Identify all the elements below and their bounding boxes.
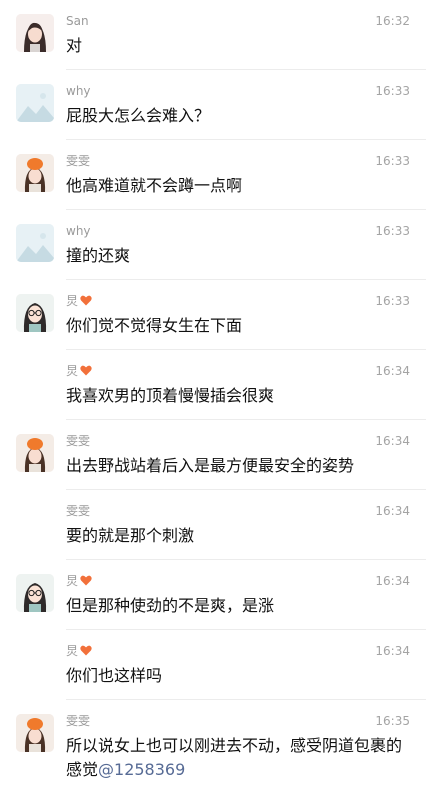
message-time: 16:33: [375, 224, 410, 238]
message-row: 炅 16:34 但是那种使劲的不是爽，是涨: [0, 560, 426, 630]
image-placeholder-icon: [16, 224, 54, 262]
avatar[interactable]: [16, 224, 54, 262]
avatar-girl-hat-icon: [16, 714, 54, 752]
avatar[interactable]: [16, 434, 54, 472]
message-row: 雯雯 16:35 所以说女上也可以刚进去不动，感受阴道包裹的感觉@1258369: [0, 700, 426, 800]
sender-name: 炅: [66, 294, 92, 308]
message-time: 16:34: [375, 504, 410, 518]
message-time: 16:34: [375, 364, 410, 378]
message-time: 16:34: [375, 574, 410, 588]
avatar-girl-hat-icon: [16, 434, 54, 472]
avatar[interactable]: [16, 84, 54, 122]
message-text: 他高难道就不会蹲一点啊: [66, 176, 243, 195]
mention-link[interactable]: @1258369: [98, 760, 185, 779]
sender-name: 炅: [66, 644, 92, 658]
avatar-glasses-girl-icon: [16, 294, 54, 332]
message-row: why 16:33 屁股大怎么会难入？: [0, 70, 426, 140]
message-text: 你们觉不觉得女生在下面: [66, 316, 243, 335]
message-text: 对: [66, 36, 83, 55]
message-row: 雯雯 16:34 出去野战站着后入是最方便最安全的姿势: [0, 420, 426, 490]
message-row: 雯雯 16:33 他高难道就不会蹲一点啊: [0, 140, 426, 210]
message-text: 所以说女上也可以刚进去不动，感受阴道包裹的感觉@1258369: [66, 734, 410, 782]
message-row: 雯雯 16:34 要的就是那个刺激: [0, 490, 426, 560]
sender-name: 炅: [66, 364, 92, 378]
sender-name-text: 炅: [66, 294, 79, 308]
avatar-girl-hat-icon: [16, 154, 54, 192]
message-text: 要的就是那个刺激: [66, 526, 195, 545]
message-row: 炅 16:34 你们也这样吗: [0, 630, 426, 700]
peach-heart-icon: [80, 645, 92, 656]
sender-name: San: [66, 14, 89, 28]
peach-heart-icon: [80, 295, 92, 306]
message-row: 炅 16:34 我喜欢男的顶着慢慢插会很爽: [0, 350, 426, 420]
avatar[interactable]: [16, 714, 54, 752]
message-text: 我喜欢男的顶着慢慢插会很爽: [66, 386, 275, 405]
sender-name-text: 炅: [66, 644, 79, 658]
message-time: 16:33: [375, 294, 410, 308]
avatar[interactable]: [16, 154, 54, 192]
message-row: why 16:33 撞的还爽: [0, 210, 426, 280]
message-text: 撞的还爽: [66, 246, 131, 265]
sender-name: 雯雯: [66, 714, 91, 728]
message-time: 16:35: [375, 714, 410, 728]
message-time: 16:33: [375, 84, 410, 98]
sender-name: why: [66, 224, 91, 238]
message-text: 出去野战站着后入是最方便最安全的姿势: [66, 456, 355, 475]
message-row: 炅 16:33 你们觉不觉得女生在下面: [0, 280, 426, 350]
message-text: 但是那种使劲的不是爽，是涨: [66, 596, 275, 615]
sender-name: 雯雯: [66, 504, 91, 518]
avatar[interactable]: [16, 574, 54, 612]
message-time: 16:34: [375, 434, 410, 448]
message-time: 16:34: [375, 644, 410, 658]
sender-name-text: 炅: [66, 574, 79, 588]
sender-name: why: [66, 84, 91, 98]
message-text: 你们也这样吗: [66, 666, 163, 685]
avatar[interactable]: [16, 14, 54, 52]
sender-name: 雯雯: [66, 434, 91, 448]
peach-heart-icon: [80, 365, 92, 376]
sender-name: 雯雯: [66, 154, 91, 168]
image-placeholder-icon: [16, 84, 54, 122]
message-time: 16:32: [375, 14, 410, 28]
chat-history-list: San 16:32 对 why 16:33 屁股大怎么会难入？ 雯雯 16:33…: [0, 0, 426, 800]
message-time: 16:33: [375, 154, 410, 168]
peach-heart-icon: [80, 575, 92, 586]
message-text: 屁股大怎么会难入？: [66, 106, 211, 125]
avatar-woman-icon: [16, 14, 54, 52]
message-row: San 16:32 对: [0, 0, 426, 70]
avatar[interactable]: [16, 294, 54, 332]
avatar-glasses-girl-icon: [16, 574, 54, 612]
sender-name: 炅: [66, 574, 92, 588]
sender-name-text: 炅: [66, 364, 79, 378]
